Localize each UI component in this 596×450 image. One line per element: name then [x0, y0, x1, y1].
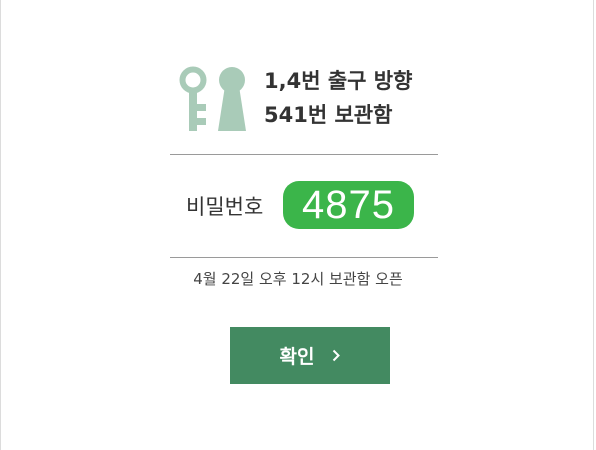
key-icon [179, 66, 207, 131]
locker-info: 1,4번 출구 방향 541번 보관함 [178, 64, 438, 134]
confirm-button-label: 확인 [279, 346, 315, 368]
password-code-badge: 4875 [283, 181, 414, 229]
exit-direction-text: 1,4번 출구 방향 [264, 69, 413, 93]
password-label: 비밀번호 [186, 195, 264, 219]
password-row: 비밀번호 4875 [186, 181, 426, 229]
locker-text: 1,4번 출구 방향 541번 보관함 [264, 64, 412, 132]
open-time-text: 4월 22일 오후 12시 보관함 오픈 [193, 270, 403, 288]
keyhole-icon [218, 67, 246, 131]
locker-number-text: 541번 보관함 [264, 103, 393, 127]
divider-top [170, 154, 438, 155]
divider-bottom [170, 257, 438, 258]
chevron-right-icon [333, 349, 341, 362]
confirm-button[interactable]: 확인 [230, 327, 390, 384]
